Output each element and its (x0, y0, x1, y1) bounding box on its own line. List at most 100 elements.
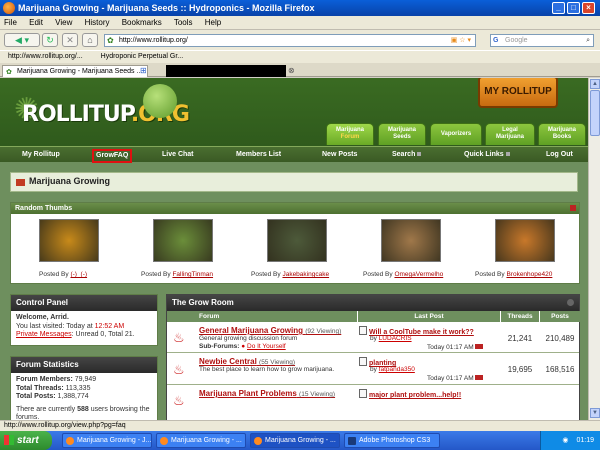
menu-edit[interactable]: Edit (29, 18, 43, 27)
nav-log-out[interactable]: Log Out (546, 147, 573, 163)
tray-icon[interactable]: ◉ (562, 437, 568, 444)
reload-icon[interactable]: ↻ (42, 33, 58, 47)
system-tray: ◉ 01:19 (540, 431, 600, 450)
back-button[interactable]: ◀ ▾ (4, 33, 40, 47)
close-tab-icon[interactable]: ⊗ (288, 66, 295, 75)
title-bar: Marijuana Growing - Marijuana Seeds :: H… (0, 0, 600, 16)
thumb-user-link[interactable]: OmegaVermelho (394, 271, 443, 278)
menu-tools[interactable]: Tools (174, 18, 193, 27)
nav-live-chat[interactable]: Live Chat (162, 147, 194, 163)
subforum-icon: ● (241, 342, 246, 350)
search-icon[interactable]: ⌕ (586, 35, 590, 46)
scroll-up-icon[interactable]: ▲ (590, 79, 600, 89)
thread-icon (359, 326, 367, 335)
nav-members-list[interactable]: Members List (236, 147, 281, 163)
taskbar-item[interactable]: Marijuana Growing - ... (156, 433, 246, 448)
bookmark-item[interactable]: http://www.rollitup.org/... (8, 53, 83, 60)
control-panel: Control Panel Welcome, Arrid. You last v… (10, 294, 158, 346)
collapse-icon[interactable] (567, 299, 574, 306)
menu-bookmarks[interactable]: Bookmarks (122, 18, 162, 27)
forum-link[interactable]: Newbie Central (55 Viewing) (199, 357, 295, 366)
posted-by-label: Posted By (141, 271, 171, 278)
random-thumbs-panel: Random Thumbs Posted By (-)_(-) Posted B… (10, 202, 580, 284)
nav-new-posts[interactable]: New Posts (322, 147, 357, 163)
bookmark-item[interactable]: Hydroponic Perpetual Gr... (101, 53, 184, 60)
menu-history[interactable]: History (85, 18, 110, 27)
rss-icon[interactable]: ▣ ☆ ▾ (451, 35, 471, 46)
last-post-author: by LUDACRIS (370, 335, 412, 342)
close-button[interactable]: × (582, 2, 595, 14)
private-messages-link[interactable]: Private Messages (16, 331, 72, 338)
maximize-button[interactable]: □ (567, 2, 580, 14)
nav-quick-links-label: Quick Links (464, 151, 504, 158)
tab-line2: Seeds (393, 134, 411, 140)
flame-icon: ♨ (173, 330, 185, 345)
tab-marijuana-forum[interactable]: Marijuana Forum (326, 123, 374, 145)
start-button[interactable]: start (0, 431, 52, 450)
posted-by-label: Posted By (363, 271, 393, 278)
scroll-thumb[interactable] (590, 90, 600, 136)
search-box[interactable]: G Google ⌕ (490, 34, 594, 47)
last-post-user[interactable]: LUDACRIS (379, 335, 412, 342)
scroll-down-icon[interactable]: ▼ (590, 408, 600, 418)
tab-legal-marijuana[interactable]: Legal Marijuana (485, 123, 535, 145)
last-post-link[interactable]: major plant problem...help!! (359, 389, 461, 399)
thumb-user-link[interactable]: Jakebakingcake (282, 271, 329, 278)
photoshop-icon (348, 437, 356, 445)
control-panel-title: Control Panel (11, 295, 157, 311)
forum-row: ♨ Newbie Central (55 Viewing) The best p… (167, 354, 579, 385)
thumb-image[interactable] (153, 219, 213, 262)
thumb-image[interactable] (381, 219, 441, 262)
thumb-user-link[interactable]: (-)_(-) (70, 271, 87, 278)
tab-redacted[interactable] (166, 65, 286, 77)
forum-link[interactable]: Marijuana Plant Problems (15 Viewing) (199, 389, 335, 398)
grow-room-panel: The Grow Room Forum Last Post Threads Po… (166, 294, 580, 420)
search-placeholder: Google (505, 37, 528, 44)
posted-by-label: Posted By (251, 271, 281, 278)
last-post-time: Today 01:17 AM (427, 344, 484, 351)
tab-marijuana-seeds[interactable]: Marijuana Seeds (378, 123, 426, 145)
tab-active[interactable]: ✿ Marijuana Growing - Marijuana Seeds ..… (2, 65, 148, 77)
sub-forums-label: Sub-Forums: (199, 342, 240, 350)
menu-file[interactable]: File (4, 18, 17, 27)
tab-vaporizers[interactable]: Vaporizers (430, 123, 482, 145)
nav-search[interactable]: Search (392, 147, 422, 163)
last-post-title: major plant problem...help!! (369, 392, 462, 399)
thumb-user-link[interactable]: Brokenhope420 (506, 271, 552, 278)
collapse-icon[interactable] (570, 205, 576, 211)
thumb-image[interactable] (267, 219, 327, 262)
menu-help[interactable]: Help (205, 18, 221, 27)
nav-growfaq[interactable]: GrowFAQ (92, 149, 133, 163)
taskbar-item[interactable]: Adobe Photoshop CS3 (344, 433, 440, 448)
vertical-scrollbar[interactable]: ▲ ▼ (588, 78, 600, 420)
forum-statistics-panel: Forum Statistics Forum Members: 79,949 T… (10, 356, 158, 420)
forum-name: Newbie Central (199, 357, 257, 366)
nav-quick-links[interactable]: Quick Links (464, 147, 510, 163)
taskbar-item[interactable]: Marijuana Growing - J... (62, 433, 152, 448)
go-to-post-icon[interactable] (475, 344, 484, 349)
google-icon[interactable]: G (493, 35, 498, 46)
stop-icon[interactable]: ✕ (62, 33, 78, 47)
stat-label: Total Threads: (16, 384, 64, 392)
windows-logo-icon (4, 435, 14, 445)
go-to-post-icon[interactable] (475, 375, 484, 380)
url-bar[interactable]: ✿ http://www.rollitup.org/ ▣ ☆ ▾ (104, 34, 476, 47)
users-browsing: There are currently 588 users browsing t… (16, 406, 152, 421)
tab-marijuana-books[interactable]: Marijuana Books (538, 123, 586, 145)
by-label: by (370, 366, 377, 373)
thumb-image[interactable] (39, 219, 99, 262)
forum-name: General Marijuana Growing (199, 326, 304, 335)
new-tab-icon[interactable]: ⊞ (140, 66, 147, 75)
menu-view[interactable]: View (55, 18, 72, 27)
subforum-link[interactable]: Do It Yourself (247, 343, 286, 350)
thumb-image[interactable] (495, 219, 555, 262)
minimize-button[interactable]: _ (552, 2, 565, 14)
thumb-user-link[interactable]: FallingTinman (172, 271, 213, 278)
forum-link[interactable]: General Marijuana Growing (92 Viewing) (199, 326, 341, 335)
my-rollitup-button[interactable]: MY ROLLITUP (478, 78, 558, 108)
taskbar-item-active[interactable]: Marijuana Growing - ... (250, 433, 340, 448)
nav-my-rollitup[interactable]: My Rollitup (22, 147, 60, 163)
last-post-user[interactable]: fatpanda350 (379, 366, 415, 373)
page-viewport: ✺ ROLLITUP.ORG MY ROLLITUP MarijuanaForu… (0, 78, 588, 420)
home-icon[interactable]: ⌂ (82, 33, 98, 47)
